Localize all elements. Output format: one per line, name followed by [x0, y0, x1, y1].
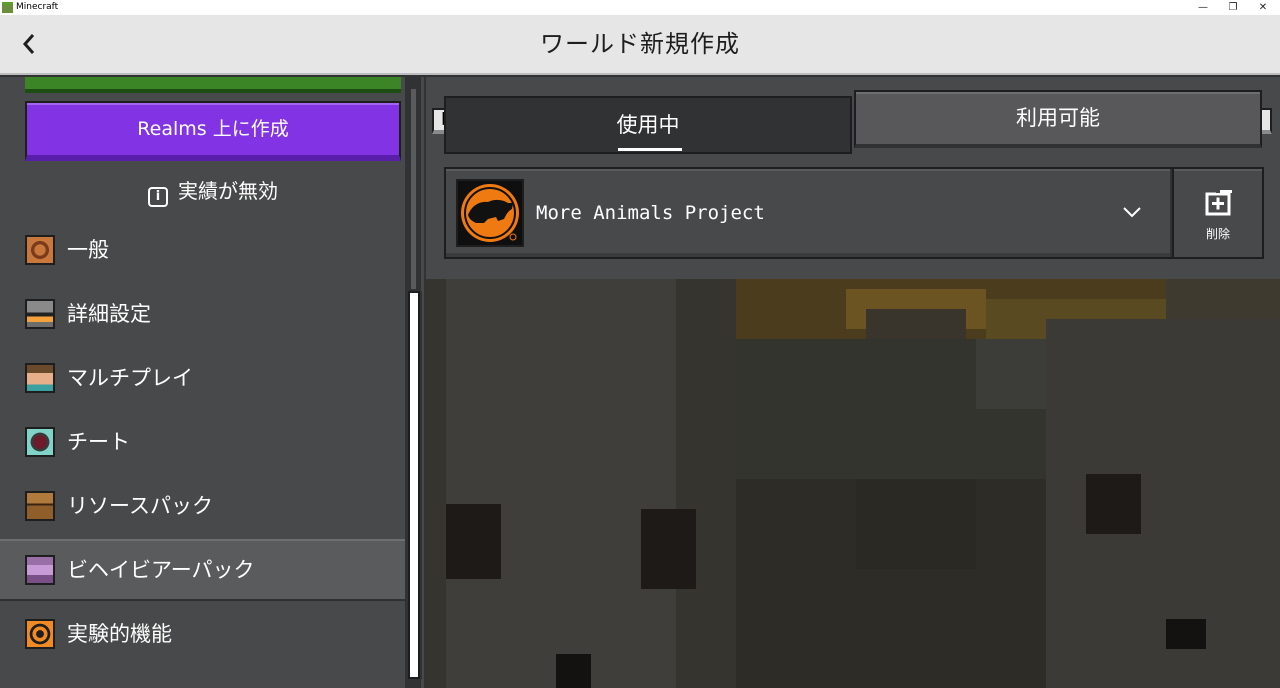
command-block-icon	[25, 427, 55, 457]
sidebar-item-cheats[interactable]: チート	[0, 411, 406, 473]
create-on-realms-button[interactable]: Realms 上に作成	[25, 101, 401, 161]
sidebar-item-resource-packs[interactable]: リソースパック	[0, 475, 406, 537]
furnace-icon	[25, 299, 55, 329]
chevron-down-icon[interactable]	[1122, 205, 1142, 219]
sidebar-item-general[interactable]: 一般	[0, 219, 406, 281]
tab-label: 使用中	[616, 113, 680, 137]
experiment-icon	[25, 619, 55, 649]
achievements-disabled-label: 実績が無効	[178, 179, 278, 203]
achievements-disabled-notice: i 実績が無効	[25, 173, 401, 209]
behavior-pack-icon	[25, 555, 55, 585]
page-header: ワールド新規作成	[0, 15, 1280, 75]
sidebar-scrollbar-thumb[interactable]	[406, 291, 422, 679]
tab-available-packs[interactable]: 利用可能	[854, 90, 1262, 148]
settings-sidebar: Realms 上に作成 i 実績が無効 一般 詳細設定 マルチプレイ チート リソ…	[0, 77, 426, 688]
tab-active-packs[interactable]: 使用中	[444, 96, 852, 154]
sidebar-item-label: チート	[67, 430, 130, 454]
window-titlebar: Minecraft — ❐ ✕	[0, 0, 1280, 15]
sidebar-item-label: リソースパック	[67, 494, 213, 518]
info-icon: i	[148, 187, 168, 207]
sidebar-item-label: 一般	[67, 238, 109, 262]
pack-list-item: More Animals Project 削除	[444, 167, 1264, 259]
sidebar-item-label: 詳細設定	[67, 302, 151, 326]
scrollbar-thumb-face	[408, 291, 420, 679]
minimize-button[interactable]: —	[1188, 0, 1218, 15]
chest-icon	[25, 491, 55, 521]
sidebar-item-advanced[interactable]: 詳細設定	[0, 283, 406, 345]
remove-pack-button[interactable]: 削除	[1172, 169, 1262, 257]
pack-entry-button[interactable]: More Animals Project	[446, 169, 1170, 257]
sidebar-item-multiplayer[interactable]: マルチプレイ	[0, 347, 406, 409]
window-title: Minecraft	[16, 2, 59, 12]
sidebar-item-label: ビヘイビアーパック	[67, 558, 255, 582]
sidebar-item-behavior-packs[interactable]: ビヘイビアーパック	[0, 539, 406, 601]
remove-pack-icon	[1205, 189, 1232, 216]
sidebar-scroll-gutter	[411, 89, 416, 289]
tab-label: 利用可能	[1016, 106, 1100, 130]
sidebar-item-label: マルチプレイ	[67, 366, 193, 390]
close-button[interactable]: ✕	[1248, 0, 1278, 15]
minecraft-app-icon	[2, 2, 13, 13]
page-title: ワールド新規作成	[540, 30, 740, 58]
pack-panel: [ ] 使用中 利用可能 More Animals Project	[426, 77, 1280, 279]
remove-pack-label: 削除	[1205, 227, 1230, 241]
bear-logo-icon	[456, 179, 524, 247]
pack-name: More Animals Project	[536, 202, 765, 224]
world-background-image	[426, 279, 1280, 688]
restore-button[interactable]: ❐	[1218, 0, 1248, 15]
create-button-edge[interactable]	[25, 77, 401, 93]
sidebar-item-experiments[interactable]: 実験的機能	[0, 603, 406, 665]
gear-block-icon	[25, 235, 55, 265]
tab-selected-underline	[618, 148, 682, 151]
sidebar-item-label: 実験的機能	[67, 622, 172, 646]
player-head-icon	[25, 363, 55, 393]
